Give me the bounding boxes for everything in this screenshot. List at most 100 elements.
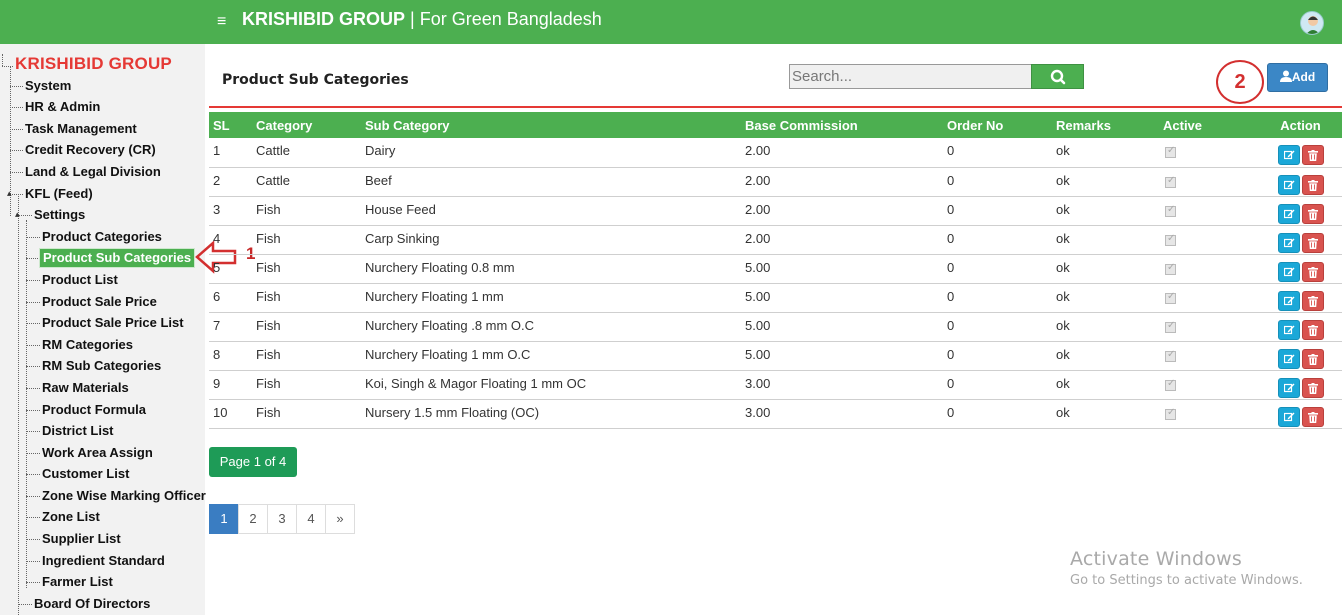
delete-button[interactable] [1301, 145, 1324, 165]
col-header-sl[interactable]: SL [209, 112, 252, 138]
sidebar-item-ingredient-standard[interactable]: Ingredient Standard [42, 553, 165, 569]
sidebar-item-zone-list[interactable]: Zone List [42, 509, 100, 525]
active-checkbox[interactable] [1165, 145, 1176, 158]
sidebar-item-product-sale-price-list[interactable]: Product Sale Price List [42, 315, 184, 331]
sidebar-item-work-area-assign[interactable]: Work Area Assign [42, 445, 153, 461]
delete-button[interactable] [1301, 232, 1324, 253]
sidebar-item-product-formula[interactable]: Product Formula [42, 402, 146, 418]
sidebar-item-system[interactable]: System [25, 78, 71, 94]
edit-button[interactable] [1277, 406, 1300, 427]
tree-connector [26, 453, 40, 454]
sidebar-item-supplier-list[interactable]: Supplier List [42, 531, 121, 547]
page-title: Product Sub Categories [222, 72, 409, 88]
cell-sl: 10 [209, 399, 252, 429]
edit-button[interactable] [1277, 145, 1300, 165]
active-checkbox[interactable] [1165, 175, 1176, 188]
page-info-badge: Page 1 of 4 [209, 447, 297, 477]
sidebar-item-product-categories[interactable]: Product Categories [42, 229, 162, 245]
edit-button[interactable] [1277, 377, 1300, 398]
pagination-page[interactable]: 3 [267, 504, 297, 534]
tree-root[interactable]: KRISHIBID GROUP [15, 54, 172, 74]
add-button[interactable]: Add [1267, 63, 1328, 92]
sidebar-item-rm-sub-categories[interactable]: RM Sub Categories [42, 358, 161, 374]
tree-expand-icon[interactable]: ▴ [15, 209, 20, 220]
cell-remarks: ok [1052, 225, 1159, 255]
cell-remarks: ok [1052, 283, 1159, 313]
edit-button[interactable] [1277, 232, 1300, 253]
edit-button[interactable] [1277, 348, 1300, 369]
cell-action [1259, 167, 1342, 197]
edit-button[interactable] [1277, 261, 1300, 282]
sidebar-item-raw-materials[interactable]: Raw Materials [42, 380, 129, 396]
col-header-active[interactable]: Active [1159, 112, 1259, 138]
sidebar-item-product-sale-price[interactable]: Product Sale Price [42, 294, 157, 310]
sidebar-item-zone-wise-marking-officer[interactable]: Zone Wise Marking Officer [42, 488, 206, 504]
search-input[interactable] [789, 64, 1032, 89]
sidebar-tree: KRISHIBID GROUP System HR & Admin Task Man… [0, 44, 206, 615]
delete-button[interactable] [1301, 203, 1324, 224]
tree-connector [10, 86, 23, 87]
sidebar-item-land-legal-division[interactable]: Land & Legal Division [25, 164, 161, 180]
active-checkbox[interactable] [1165, 349, 1176, 362]
pagination-next[interactable]: » [325, 504, 355, 534]
edit-button[interactable] [1277, 174, 1300, 195]
edit-button[interactable] [1277, 319, 1300, 340]
user-avatar[interactable] [1300, 11, 1324, 35]
tree-connector [18, 194, 19, 615]
sidebar-item-board-of-directors[interactable]: Board Of Directors [34, 596, 150, 612]
delete-button[interactable] [1301, 377, 1324, 398]
pagination-page[interactable]: 4 [296, 504, 326, 534]
col-header-remarks[interactable]: Remarks [1052, 112, 1159, 138]
tree-expand-icon[interactable]: ▴ [7, 188, 12, 199]
delete-button[interactable] [1301, 319, 1324, 340]
cell-action [1259, 312, 1342, 342]
delete-button[interactable] [1301, 348, 1324, 369]
search-button[interactable] [1031, 64, 1084, 89]
active-checkbox[interactable] [1165, 320, 1176, 333]
cell-sub-category: Nursery 1.5 mm Floating (OC) [361, 399, 741, 429]
sidebar-item-district-list[interactable]: District List [42, 423, 114, 439]
active-checkbox[interactable] [1165, 204, 1176, 217]
top-navbar: ≡ KRISHIBID GROUP | For Green Bangladesh [0, 0, 1342, 44]
delete-button[interactable] [1301, 290, 1324, 311]
sidebar-item-hr-admin[interactable]: HR & Admin [25, 99, 100, 115]
cell-remarks: ok [1052, 196, 1159, 226]
menu-toggle-icon[interactable]: ≡ [217, 14, 226, 30]
sidebar-item-product-sub-categories[interactable]: Product Sub Categories [39, 248, 196, 268]
sidebar-item-customer-list[interactable]: Customer List [42, 466, 129, 482]
tree-connector [26, 496, 40, 497]
pagination: 1 2 3 4» [209, 504, 355, 534]
col-header-base-commission[interactable]: Base Commission [741, 112, 943, 138]
delete-button[interactable] [1301, 406, 1324, 427]
delete-button[interactable] [1301, 174, 1324, 195]
sidebar-item-kfl-feed[interactable]: KFL (Feed) [25, 186, 93, 202]
cell-sl: 8 [209, 341, 252, 371]
active-checkbox[interactable] [1165, 262, 1176, 275]
col-header-sub-category[interactable]: Sub Category [361, 112, 741, 138]
active-checkbox[interactable] [1165, 378, 1176, 391]
active-checkbox[interactable] [1165, 407, 1176, 420]
sidebar-item-farmer-list[interactable]: Farmer List [42, 574, 113, 590]
sidebar-item-settings[interactable]: Settings [34, 207, 85, 223]
edit-button[interactable] [1277, 203, 1300, 224]
col-header-category[interactable]: Category [252, 112, 361, 138]
sidebar-item-product-list[interactable]: Product List [42, 272, 118, 288]
table-row: 10 Fish Nursery 1.5 mm Floating (OC) 3.00 0 o… [209, 399, 1342, 429]
cell-base-commission: 5.00 [741, 254, 943, 284]
active-checkbox[interactable] [1165, 291, 1176, 304]
cell-active [1159, 283, 1259, 313]
edit-button[interactable] [1277, 290, 1300, 311]
sidebar-item-credit-recovery-cr[interactable]: Credit Recovery (CR) [25, 142, 156, 158]
col-header-order-no[interactable]: Order No [943, 112, 1052, 138]
col-header-action: Action [1259, 112, 1342, 138]
sidebar-item-rm-categories[interactable]: RM Categories [42, 337, 133, 353]
pagination-page[interactable]: 1 [209, 504, 239, 534]
delete-button[interactable] [1301, 261, 1324, 282]
cell-base-commission: 2.00 [741, 167, 943, 197]
active-checkbox[interactable] [1165, 233, 1176, 246]
sidebar-item-task-management[interactable]: Task Management [25, 121, 137, 137]
cell-sub-category: Nurchery Floating 0.8 mm [361, 254, 741, 284]
cell-order-no: 0 [943, 196, 1052, 226]
pagination-page[interactable]: 2 [238, 504, 268, 534]
tree-connector [18, 215, 32, 216]
